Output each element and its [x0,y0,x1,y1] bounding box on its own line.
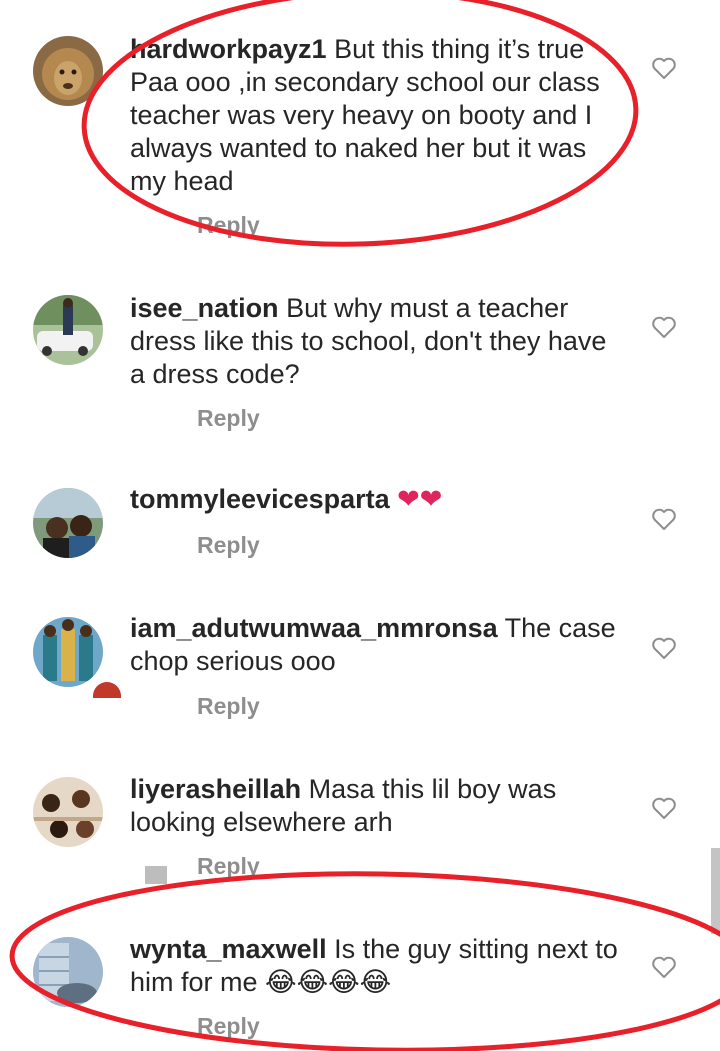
comment-text: iam_adutwumwaa_mmronsa The case chop ser… [130,612,625,678]
reply-button[interactable]: Reply [197,405,260,432]
reply-button[interactable]: Reply [197,1013,260,1040]
avatar[interactable] [33,937,103,1007]
comment-username[interactable]: wynta_maxwell [130,934,327,964]
comment-username[interactable]: tommyleevicesparta [130,484,390,514]
reply-button[interactable]: Reply [197,853,260,880]
avatar[interactable] [33,617,103,687]
reply-button[interactable]: Reply [197,212,260,239]
gray-overlay-block [145,866,167,884]
comment-text: hardworkpayz1 But this thing it’s true P… [130,33,625,198]
comment-username[interactable]: iam_adutwumwaa_mmronsa [130,613,498,643]
comment-text: tommyleevicesparta ❤❤ [130,483,625,516]
scrollbar[interactable] [711,848,720,934]
avatar[interactable] [33,295,103,365]
comment-text: isee_nation But why must a teacher dress… [130,292,625,391]
avatar[interactable] [33,36,103,106]
comment-body: ❤❤ [389,484,443,514]
heart-icon[interactable] [651,315,677,339]
comment-username[interactable]: liyerasheillah [130,774,301,804]
overlapping-story-ring [93,682,121,698]
comment-text: liyerasheillah Masa this lil boy was loo… [130,773,625,839]
reply-button[interactable]: Reply [197,693,260,720]
heart-icon[interactable] [651,955,677,979]
comment-text: wynta_maxwell Is the guy sitting next to… [130,933,625,999]
avatar[interactable] [33,488,103,558]
reply-button[interactable]: Reply [197,532,260,559]
heart-icon[interactable] [651,507,677,531]
avatar[interactable] [33,777,103,847]
heart-icon[interactable] [651,56,677,80]
comment-username[interactable]: hardworkpayz1 [130,34,327,64]
heart-icon[interactable] [651,636,677,660]
heart-icon[interactable] [651,796,677,820]
comment-username[interactable]: isee_nation [130,293,279,323]
